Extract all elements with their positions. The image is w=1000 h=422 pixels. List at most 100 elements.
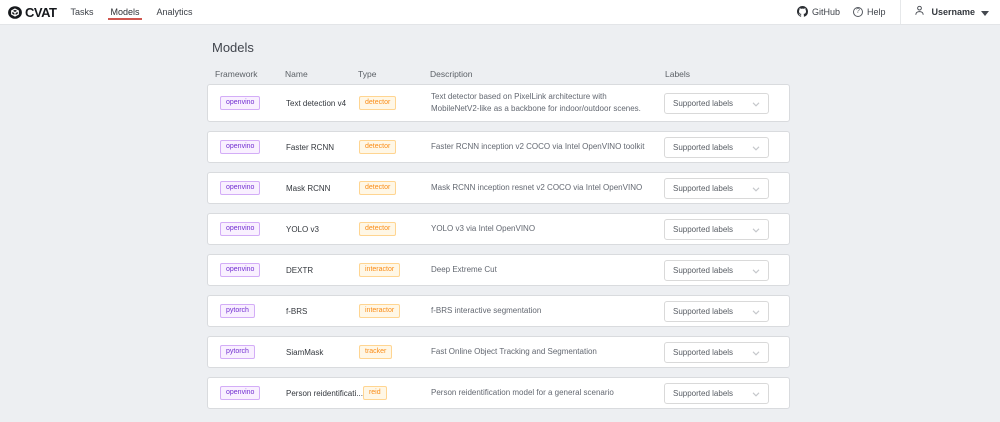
- name-cell: YOLO v3 detector: [286, 222, 431, 236]
- help-icon: [853, 7, 863, 17]
- name-cell: Faster RCNN detector: [286, 140, 431, 154]
- column-header-labels: Labels: [665, 69, 770, 79]
- framework-cell: openvino: [220, 140, 286, 154]
- supported-labels-value: Supported labels: [673, 389, 733, 398]
- framework-cell: openvino: [220, 96, 286, 110]
- name-cell: SiamMask tracker: [286, 345, 431, 359]
- models-page: Models Framework Name Type Description L…: [207, 40, 790, 409]
- type-tag: tracker: [359, 345, 392, 359]
- supported-labels-select[interactable]: Supported labels: [664, 178, 769, 199]
- framework-cell: pytorch: [220, 345, 286, 359]
- supported-labels-value: Supported labels: [673, 307, 733, 316]
- framework-tag: openvino: [220, 181, 260, 195]
- user-menu[interactable]: Username: [901, 0, 1000, 24]
- username-label: Username: [931, 7, 975, 17]
- main-nav: Tasks Models Analytics: [70, 0, 192, 24]
- model-name: Person reidentificati...: [286, 389, 363, 398]
- model-name: f-BRS: [286, 307, 359, 316]
- top-navigation-bar: CVAT Tasks Models Analytics GitHub Help: [0, 0, 1000, 25]
- nav-item-tasks[interactable]: Tasks: [70, 0, 93, 24]
- model-name: YOLO v3: [286, 225, 359, 234]
- chevron-down-icon: [752, 302, 760, 320]
- supported-labels-value: Supported labels: [673, 99, 733, 108]
- chevron-down-icon: [752, 94, 760, 112]
- page-title: Models: [212, 40, 790, 56]
- name-cell: f-BRS interactor: [286, 304, 431, 318]
- supported-labels-value: Supported labels: [673, 184, 733, 193]
- framework-tag: openvino: [220, 386, 260, 400]
- nav-item-models[interactable]: Models: [110, 0, 139, 24]
- column-header-type: Type: [358, 69, 430, 79]
- chevron-down-icon: [752, 220, 760, 238]
- model-row: pytorch SiamMask tracker Fast Online Obj…: [207, 336, 790, 368]
- name-cell: Person reidentificati... reid: [286, 386, 431, 400]
- cvat-logo-icon: [8, 6, 22, 19]
- type-tag: reid: [363, 386, 387, 400]
- model-row: openvino DEXTR interactor Deep Extreme C…: [207, 254, 790, 286]
- models-table-rows: openvino Text detection v4 detector Text…: [207, 84, 790, 409]
- type-tag: interactor: [359, 263, 400, 277]
- model-description: Deep Extreme Cut: [431, 264, 664, 276]
- supported-labels-select[interactable]: Supported labels: [664, 137, 769, 158]
- supported-labels-select[interactable]: Supported labels: [664, 342, 769, 363]
- model-row: openvino Text detection v4 detector Text…: [207, 84, 790, 122]
- model-description: YOLO v3 via Intel OpenVINO: [431, 223, 664, 235]
- cvat-logo[interactable]: CVAT: [8, 6, 56, 19]
- framework-cell: openvino: [220, 222, 286, 236]
- model-description: Mask RCNN inception resnet v2 COCO via I…: [431, 182, 664, 194]
- model-row: openvino Faster RCNN detector Faster RCN…: [207, 131, 790, 163]
- help-label: Help: [867, 7, 886, 17]
- model-name: Faster RCNN: [286, 143, 359, 152]
- type-tag: detector: [359, 140, 396, 154]
- supported-labels-value: Supported labels: [673, 266, 733, 275]
- framework-tag: openvino: [220, 263, 260, 277]
- chevron-down-icon: [752, 384, 760, 402]
- framework-tag: pytorch: [220, 345, 255, 359]
- chevron-down-icon: [752, 343, 760, 361]
- github-link[interactable]: GitHub: [797, 6, 840, 19]
- name-cell: DEXTR interactor: [286, 263, 431, 277]
- type-tag: interactor: [359, 304, 400, 318]
- supported-labels-value: Supported labels: [673, 348, 733, 357]
- github-icon: [797, 6, 808, 19]
- model-description: Fast Online Object Tracking and Segmenta…: [431, 346, 664, 358]
- nav-item-analytics[interactable]: Analytics: [157, 0, 193, 24]
- supported-labels-select[interactable]: Supported labels: [664, 260, 769, 281]
- supported-labels-select[interactable]: Supported labels: [664, 219, 769, 240]
- chevron-down-icon: [752, 179, 760, 197]
- chevron-down-icon: [752, 138, 760, 156]
- framework-tag: openvino: [220, 96, 260, 110]
- framework-tag: openvino: [220, 140, 260, 154]
- type-tag: detector: [359, 96, 396, 110]
- model-name: Text detection v4: [286, 99, 359, 108]
- framework-cell: openvino: [220, 181, 286, 195]
- framework-tag: openvino: [220, 222, 260, 236]
- column-header-name: Name: [285, 69, 358, 79]
- model-row: openvino Person reidentificati... reid P…: [207, 377, 790, 409]
- supported-labels-select[interactable]: Supported labels: [664, 301, 769, 322]
- topbar-right: GitHub Help Username: [797, 0, 1000, 24]
- model-name: DEXTR: [286, 266, 359, 275]
- model-description: f-BRS interactive segmentation: [431, 305, 664, 317]
- column-header-framework: Framework: [215, 69, 285, 79]
- column-header-description: Description: [430, 69, 665, 79]
- framework-cell: pytorch: [220, 304, 286, 318]
- model-row: openvino YOLO v3 detector YOLO v3 via In…: [207, 213, 790, 245]
- name-cell: Mask RCNN detector: [286, 181, 431, 195]
- supported-labels-value: Supported labels: [673, 143, 733, 152]
- table-header: Framework Name Type Description Labels: [207, 68, 790, 80]
- model-row: pytorch f-BRS interactor f-BRS interacti…: [207, 295, 790, 327]
- supported-labels-select[interactable]: Supported labels: [664, 383, 769, 404]
- name-cell: Text detection v4 detector: [286, 96, 431, 110]
- help-link[interactable]: Help: [853, 7, 886, 17]
- model-description: Faster RCNN inception v2 COCO via Intel …: [431, 141, 664, 153]
- model-row: openvino Mask RCNN detector Mask RCNN in…: [207, 172, 790, 204]
- cvat-logo-text: CVAT: [25, 6, 56, 19]
- supported-labels-value: Supported labels: [673, 225, 733, 234]
- github-label: GitHub: [812, 7, 840, 17]
- user-icon: [914, 3, 925, 21]
- chevron-down-icon: [752, 261, 760, 279]
- model-name: SiamMask: [286, 348, 359, 357]
- supported-labels-select[interactable]: Supported labels: [664, 93, 769, 114]
- framework-cell: openvino: [220, 386, 286, 400]
